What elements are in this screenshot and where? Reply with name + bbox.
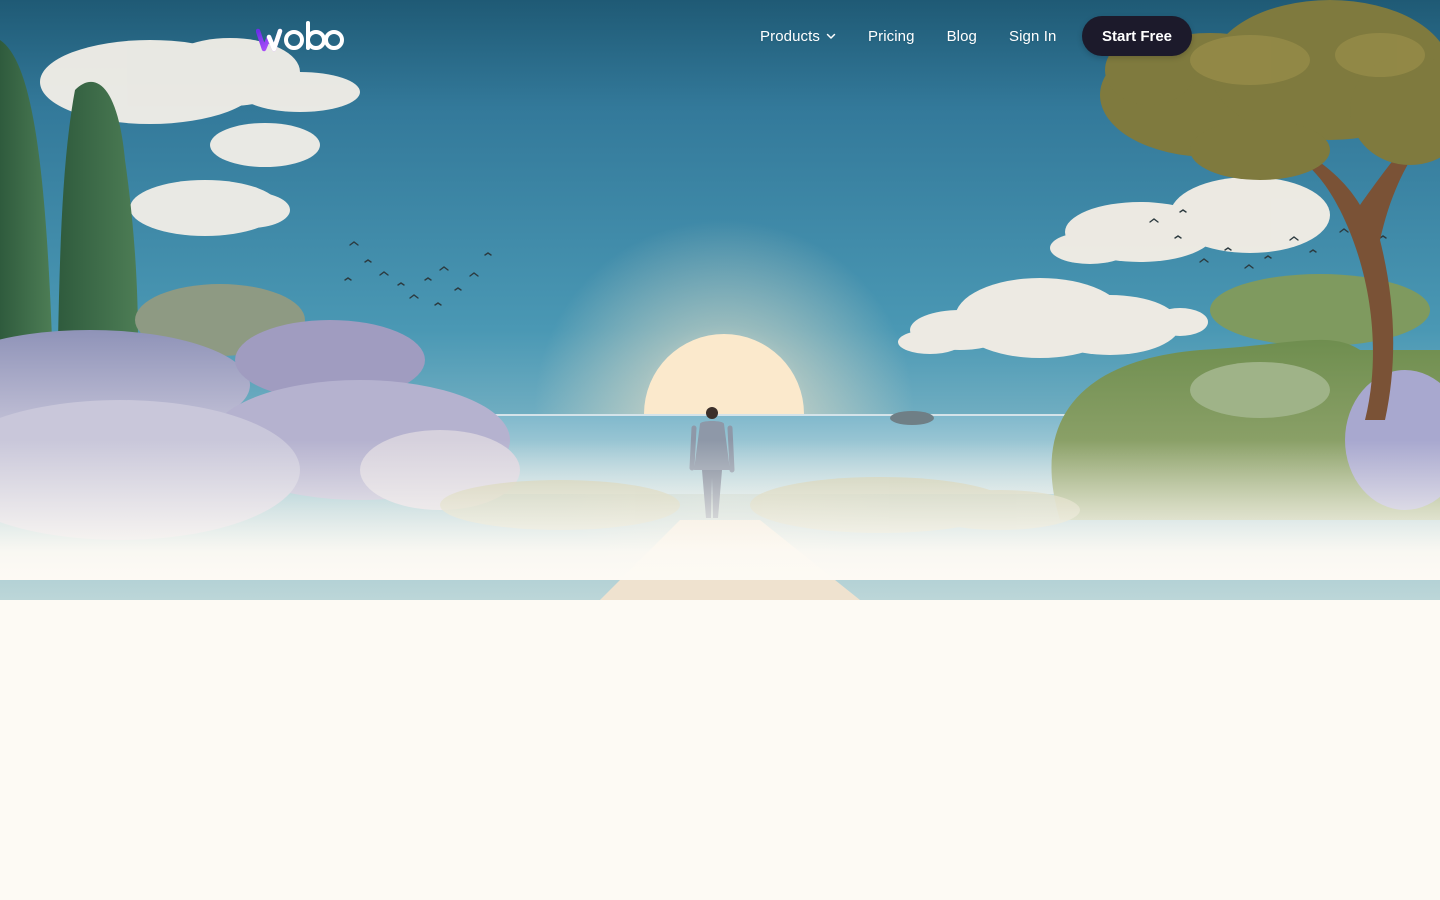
wobo-logo[interactable]: wobo	[256, 18, 344, 54]
wobo-logo-mark	[256, 21, 344, 52]
nav-pricing[interactable]: Pricing	[868, 28, 915, 45]
nav-sign-in[interactable]: Sign In	[1009, 28, 1056, 45]
hero-fade	[0, 440, 1440, 580]
hero-illustration	[0, 0, 1440, 600]
nav-products-label: Products	[760, 27, 820, 45]
nav-blog[interactable]: Blog	[947, 28, 977, 45]
start-free-button[interactable]: Start Free	[1082, 16, 1192, 56]
top-navigation: wobo Products Pricing Blog Sign In Start…	[0, 0, 1440, 72]
nav-links: Products Pricing Blog Sign In	[760, 22, 1088, 50]
chevron-down-icon	[826, 33, 836, 39]
nav-products[interactable]: Products	[760, 28, 836, 45]
